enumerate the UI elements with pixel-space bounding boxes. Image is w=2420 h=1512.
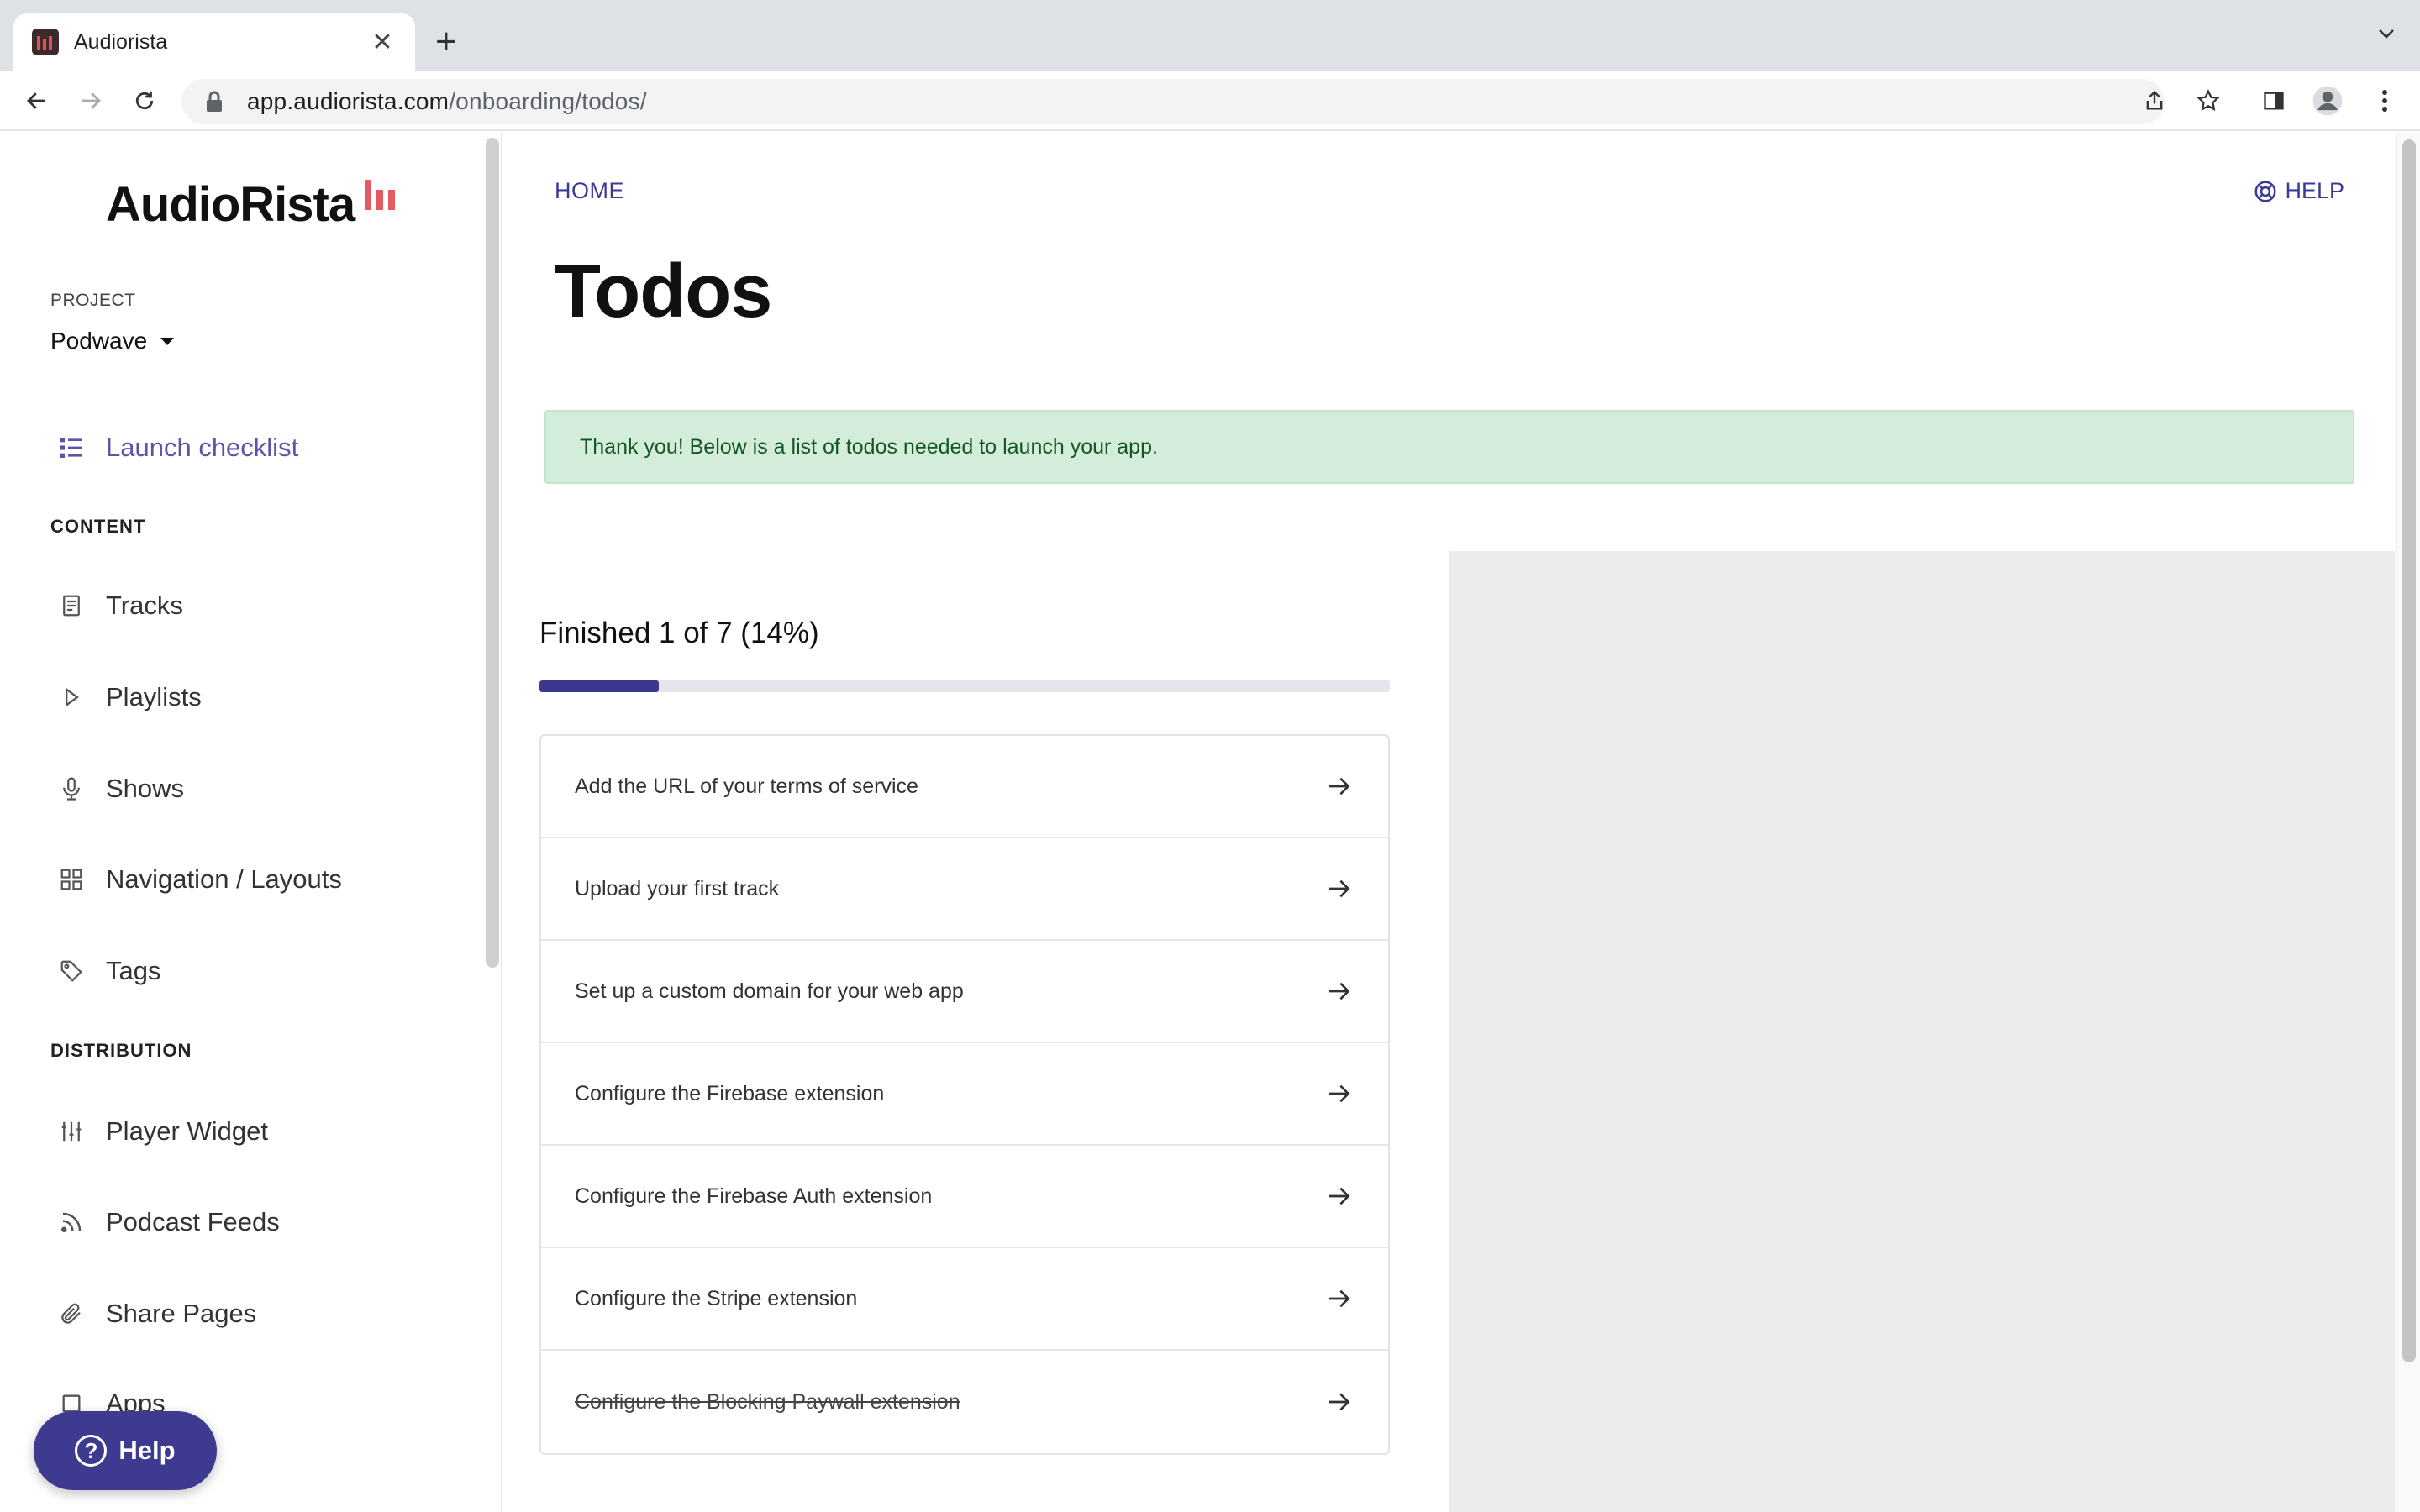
- todo-item[interactable]: Add the URL of your terms of service: [541, 736, 1388, 838]
- main-content: HOME HELP Todos Thank you! Below is a li…: [504, 133, 2395, 1512]
- tag-icon: [57, 957, 86, 985]
- sidebar-item-label: Share Pages: [106, 1299, 257, 1328]
- arrow-right-icon: [1329, 1187, 1350, 1205]
- distribution-section-heading: DISTRIBUTION: [50, 1040, 192, 1061]
- browser-tab[interactable]: Audiorista ✕: [13, 13, 415, 71]
- todo-label: Upload your first track: [575, 876, 780, 900]
- sidebar-scrollbar[interactable]: [486, 138, 499, 968]
- forward-arrow-icon[interactable]: [72, 82, 109, 119]
- todo-list: Add the URL of your terms of service Uplo…: [539, 734, 1390, 1455]
- url-text: app.audiorista.com/onboarding/todos/: [247, 88, 647, 114]
- project-selector[interactable]: Podwave: [50, 328, 175, 354]
- back-arrow-icon[interactable]: [18, 82, 55, 119]
- project-label: PROJECT: [50, 291, 136, 310]
- sidebar-item-launch-checklist[interactable]: Launch checklist: [57, 427, 298, 469]
- arrow-right-icon: [1329, 1393, 1350, 1411]
- sidebar-item-label: Tracks: [106, 591, 183, 620]
- arrow-right-icon: [1329, 777, 1350, 795]
- progress-bar-fill: [539, 680, 659, 692]
- list-icon: [57, 433, 86, 462]
- sidebar-item-label: Shows: [106, 774, 185, 803]
- sidebar-item-label: Tags: [106, 956, 161, 985]
- sidebar-item-label: Podcast Feeds: [106, 1207, 280, 1236]
- help-widget-label: Help: [118, 1436, 176, 1465]
- sidebar-item-playlists[interactable]: Playlists: [57, 676, 202, 718]
- rss-icon: [57, 1208, 86, 1236]
- bookmark-star-icon[interactable]: [2190, 82, 2227, 119]
- todo-item[interactable]: Configure the Firebase Auth extension: [541, 1146, 1388, 1248]
- grid-icon: [57, 865, 86, 894]
- brand-logo[interactable]: AudioRista: [106, 176, 355, 233]
- help-link[interactable]: HELP: [2253, 178, 2344, 204]
- paperclip-icon: [57, 1299, 86, 1328]
- help-widget-button[interactable]: ? Help: [34, 1411, 217, 1490]
- sidebar: AudioRista PROJECT Podwave Launch checkl…: [0, 133, 502, 1512]
- new-tab-icon[interactable]: +: [435, 18, 457, 66]
- tab-search-chevron-icon[interactable]: [2376, 24, 2396, 44]
- todo-item[interactable]: Configure the Blocking Paywall extension: [541, 1351, 1388, 1453]
- lock-icon: [207, 91, 222, 112]
- progress-bar: [539, 680, 1390, 692]
- arrow-right-icon: [1329, 1084, 1350, 1103]
- page-title: Todos: [555, 249, 772, 333]
- content-section-heading: CONTENT: [50, 516, 146, 537]
- sidebar-item-tracks[interactable]: Tracks: [57, 585, 183, 627]
- sidebar-item-navigation-layouts[interactable]: Navigation / Layouts: [57, 858, 342, 900]
- todo-item[interactable]: Configure the Stripe extension: [541, 1248, 1388, 1351]
- document-icon: [57, 591, 86, 620]
- arrow-right-icon: [1329, 879, 1350, 898]
- todo-label: Configure the Stripe extension: [575, 1286, 858, 1310]
- todo-label: Configure the Firebase extension: [575, 1081, 885, 1105]
- success-alert: Thank you! Below is a list of todos need…: [544, 410, 2354, 484]
- sidebar-item-tags[interactable]: Tags: [57, 950, 160, 992]
- alert-message: Thank you! Below is a list of todos need…: [580, 434, 1158, 459]
- sidebar-item-player-widget[interactable]: Player Widget: [57, 1110, 268, 1152]
- audiorista-favicon-icon: [32, 29, 59, 55]
- caret-down-icon: [160, 337, 175, 345]
- sidebar-item-label: Navigation / Layouts: [106, 864, 342, 894]
- microphone-icon: [57, 774, 86, 803]
- help-link-label: HELP: [2285, 178, 2344, 203]
- tab-title: Audiorista: [74, 29, 168, 54]
- browser-tabstrip: Audiorista ✕ +: [0, 0, 2420, 71]
- arrow-right-icon: [1329, 1289, 1350, 1308]
- address-bar[interactable]: app.audiorista.com/onboarding/todos/: [182, 79, 2165, 124]
- progress-summary: Finished 1 of 7 (14%): [539, 617, 819, 649]
- todo-label: Configure the Blocking Paywall extension: [575, 1389, 960, 1414]
- share-icon[interactable]: [2136, 82, 2173, 119]
- arrow-right-icon: [1329, 982, 1350, 1000]
- project-name: Podwave: [50, 328, 148, 354]
- sidebar-item-share-pages[interactable]: Share Pages: [57, 1293, 256, 1335]
- sidebar-item-shows[interactable]: Shows: [57, 768, 184, 810]
- play-icon: [57, 683, 86, 711]
- browser-toolbar: app.audiorista.com/onboarding/todos/: [0, 71, 2420, 131]
- sidebar-item-label: Player Widget: [106, 1116, 268, 1146]
- todo-label: Configure the Firebase Auth extension: [575, 1184, 933, 1208]
- breadcrumb-home-link[interactable]: HOME: [555, 178, 624, 204]
- side-panel-icon[interactable]: [2255, 82, 2292, 119]
- todo-item[interactable]: Upload your first track: [541, 838, 1388, 941]
- question-mark-icon: ?: [75, 1435, 108, 1467]
- todo-label: Set up a custom domain for your web app: [575, 979, 964, 1003]
- tab-close-icon[interactable]: ✕: [368, 28, 397, 57]
- profile-avatar-icon[interactable]: [2309, 82, 2346, 119]
- sidebar-item-label: Playlists: [106, 682, 202, 711]
- todo-item[interactable]: Configure the Firebase extension: [541, 1043, 1388, 1146]
- todo-label: Add the URL of your terms of service: [575, 774, 918, 798]
- logo-bars-icon: [365, 180, 398, 210]
- sidebar-item-podcast-feeds[interactable]: Podcast Feeds: [57, 1201, 280, 1243]
- preview-panel: [1449, 551, 2395, 1512]
- sliders-icon: [57, 1117, 86, 1146]
- lifebuoy-icon: [2254, 181, 2276, 202]
- browser-menu-icon[interactable]: [2366, 82, 2403, 119]
- sidebar-item-label: Launch checklist: [106, 433, 299, 462]
- main-scrollbar[interactable]: [2396, 133, 2420, 1512]
- reload-icon[interactable]: [126, 82, 163, 119]
- todo-item[interactable]: Set up a custom domain for your web app: [541, 941, 1388, 1043]
